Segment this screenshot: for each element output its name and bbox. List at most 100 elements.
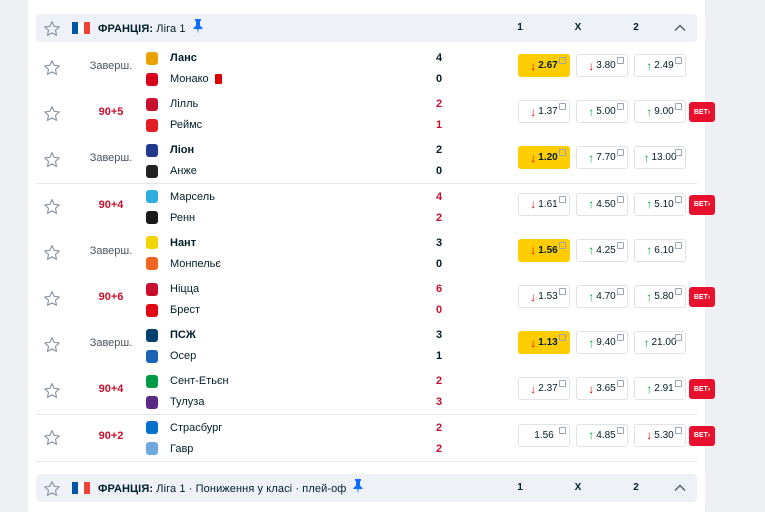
odds-button-odd2[interactable]: ↑ 9.00 bbox=[634, 100, 686, 124]
odds-button-odd1[interactable]: ↓ 1.53 bbox=[518, 285, 570, 308]
odds-button-odd1[interactable]: ↓ 1.56 bbox=[518, 238, 570, 262]
home-team-name: ПСЖ bbox=[170, 329, 196, 342]
league-header[interactable]: ФРАНЦІЯ: Ліга 1 1 X 2 bbox=[36, 14, 697, 42]
odds-button-oddx[interactable]: ↑ 4.25 bbox=[576, 238, 628, 262]
match-row[interactable]: 90+6 Ніцца 6 Брест 0 ↓ 1.53 ↑ 4.70 ↑ 5.80 BET› bbox=[36, 276, 715, 323]
home-score: 2 bbox=[435, 421, 443, 434]
odds-button-odd1[interactable]: 1.56 bbox=[518, 423, 570, 447]
odds-button-odd2[interactable]: ↑ 2.49 bbox=[634, 54, 686, 77]
star-icon[interactable] bbox=[42, 335, 62, 360]
odds-button-oddx[interactable]: ↓ 3.65 bbox=[576, 377, 628, 401]
away-score: 0 bbox=[435, 165, 443, 178]
league-country: ФРАНЦІЯ: bbox=[98, 22, 154, 35]
odds-button-odd2[interactable]: ↑ 2.91 bbox=[634, 377, 686, 401]
odds-value: 1.56 bbox=[538, 244, 558, 256]
odds-value: 1.53 bbox=[538, 291, 558, 302]
star-icon[interactable] bbox=[42, 197, 62, 222]
match-row[interactable]: Заверш. Нант 3 Монпельє 0 ↓ 1.56 ↑ 4.25 ↑ 6.10 bbox=[36, 229, 697, 277]
star-icon[interactable] bbox=[42, 479, 62, 504]
odds-button-odd2[interactable]: ↑ 5.10 bbox=[634, 192, 686, 216]
match-row[interactable]: Заверш. Ліон 2 Анже 0 ↓ 1.20 ↑ 7.70 ↑ 13.00 bbox=[36, 137, 697, 185]
star-icon[interactable] bbox=[42, 381, 62, 406]
match-row[interactable]: 90+4 Марсель 4 Ренн 2 ↓ 1.61 ↑ 4.50 ↑ 5.10 BET› bbox=[36, 183, 715, 231]
star-icon[interactable] bbox=[42, 428, 62, 453]
bet-button[interactable]: BET› bbox=[689, 425, 715, 446]
chevron-up-icon[interactable] bbox=[673, 21, 687, 40]
odds-button-odd1[interactable]: ↓ 2.37 bbox=[518, 377, 570, 401]
home-score: 4 bbox=[435, 52, 443, 64]
odds-button-oddx[interactable]: ↑ 4.70 bbox=[576, 285, 628, 308]
chevron-up-icon[interactable] bbox=[673, 481, 687, 500]
match-row[interactable]: 90+2 Страсбург 2 Гавр 2 1.56 ↑ 4.85 ↓ 5.30 BET› bbox=[36, 414, 715, 462]
league-name[interactable]: ФРАНЦІЯ: Ліга 1 bbox=[98, 18, 204, 37]
bet-button[interactable]: BET› bbox=[689, 102, 715, 123]
home-team-name: Страсбург bbox=[170, 421, 223, 434]
odds-value: 1.37 bbox=[538, 106, 558, 118]
bet-button[interactable]: BET› bbox=[689, 287, 715, 307]
star-icon[interactable] bbox=[42, 243, 62, 268]
odds-button-odd1[interactable]: ↓ 2.67 bbox=[518, 54, 570, 77]
odds-button-oddx[interactable]: ↓ 3.80 bbox=[576, 54, 628, 77]
external-link-icon bbox=[617, 195, 624, 203]
arrow-up-icon: ↑ bbox=[588, 335, 595, 350]
match-row[interactable]: Заверш. ПСЖ 3 Осер 1 ↓ 1.13 ↑ 9.40 ↑ 21.00 bbox=[36, 322, 697, 370]
home-team-name: Нант bbox=[170, 236, 197, 249]
team-logo-icon bbox=[146, 303, 158, 317]
pin-icon[interactable] bbox=[192, 18, 204, 37]
home-score: 6 bbox=[435, 283, 443, 295]
bet-button[interactable]: BET› bbox=[689, 194, 715, 215]
league-title: Ліга 1 · Пониження у класі · плей-оф bbox=[156, 482, 347, 495]
odds-button-odd2[interactable]: ↑ 21.00 bbox=[634, 331, 686, 355]
external-link-icon bbox=[617, 103, 624, 111]
odds-button-odd2[interactable]: ↑ 13.00 bbox=[634, 146, 686, 170]
odds-button-odd2[interactable]: ↓ 5.30 bbox=[634, 423, 686, 447]
odds-button-oddx[interactable]: ↑ 4.50 bbox=[576, 192, 628, 216]
external-link-icon bbox=[617, 426, 624, 434]
star-icon[interactable] bbox=[42, 19, 62, 44]
match-stage: Заверш. bbox=[89, 244, 133, 257]
home-team-name: Сент-Етьєн bbox=[170, 375, 229, 388]
pin-icon[interactable] bbox=[352, 478, 364, 497]
france-flag-icon bbox=[72, 22, 90, 34]
home-team-name: Ланс bbox=[170, 52, 197, 64]
league-name[interactable]: ФРАНЦІЯ: Ліга 1 · Пониження у класі · пл… bbox=[98, 478, 364, 497]
star-icon[interactable] bbox=[42, 104, 62, 129]
arrow-up-icon: ↑ bbox=[643, 335, 650, 350]
team-logo-icon bbox=[146, 349, 158, 363]
star-icon[interactable] bbox=[42, 58, 62, 83]
odds-button-oddx[interactable]: ↑ 5.00 bbox=[576, 100, 628, 124]
odds-button-odd1[interactable]: ↓ 1.37 bbox=[518, 100, 570, 124]
external-link-icon bbox=[675, 288, 682, 295]
external-link-icon bbox=[617, 288, 624, 295]
odds-button-odd1[interactable]: ↓ 1.61 bbox=[518, 192, 570, 216]
away-team-name: Брест bbox=[170, 304, 200, 316]
league-header[interactable]: ФРАНЦІЯ: Ліга 1 · Пониження у класі · пл… bbox=[36, 474, 697, 502]
odds-value: 1.61 bbox=[538, 198, 558, 210]
odds-column-header: 1 bbox=[517, 22, 523, 33]
match-row[interactable]: 90+4 Сент-Етьєн 2 Тулуза 3 ↓ 2.37 ↓ 3.65 ↑ 2.91 BET… bbox=[36, 368, 715, 416]
odds-value: 1.13 bbox=[538, 337, 558, 349]
odds-button-odd2[interactable]: ↑ 6.10 bbox=[634, 238, 686, 262]
odds-button-odd1[interactable]: ↓ 1.13 bbox=[518, 331, 570, 355]
odds-value: 1.56 bbox=[534, 429, 554, 441]
arrow-up-icon: ↑ bbox=[646, 197, 653, 212]
league-title: Ліга 1 bbox=[156, 22, 186, 35]
star-icon[interactable] bbox=[42, 150, 62, 175]
france-flag-icon bbox=[72, 482, 90, 494]
away-team: Анже bbox=[146, 161, 197, 181]
team-logo-icon bbox=[146, 282, 158, 296]
odds-button-oddx[interactable]: ↑ 4.85 bbox=[576, 423, 628, 447]
home-team-name: Ліон bbox=[170, 144, 195, 157]
arrow-down-icon: ↓ bbox=[530, 335, 537, 350]
matches-panel: ФРАНЦІЯ: Ліга 1 1 X 2 Заверш. Ланс 4 Монако 0 ↓ 2.… bbox=[28, 0, 715, 512]
odds-button-odd1[interactable]: ↓ 1.20 bbox=[518, 146, 570, 170]
star-icon[interactable] bbox=[42, 289, 62, 314]
match-row[interactable]: 90+5 Лілль 2 Реймс 1 ↓ 1.37 ↑ 5.00 ↑ 9.00 BET› bbox=[36, 91, 715, 139]
odds-value: 21.00 bbox=[651, 337, 677, 349]
bet-button[interactable]: BET› bbox=[689, 379, 715, 400]
odds-button-oddx[interactable]: ↑ 7.70 bbox=[576, 146, 628, 170]
away-team: Реймс bbox=[146, 115, 202, 135]
odds-button-odd2[interactable]: ↑ 5.80 bbox=[634, 285, 686, 308]
match-row[interactable]: Заверш. Ланс 4 Монако 0 ↓ 2.67 ↓ 3.80 ↑ 2.49 bbox=[36, 45, 697, 92]
odds-button-oddx[interactable]: ↑ 9.40 bbox=[576, 331, 628, 355]
